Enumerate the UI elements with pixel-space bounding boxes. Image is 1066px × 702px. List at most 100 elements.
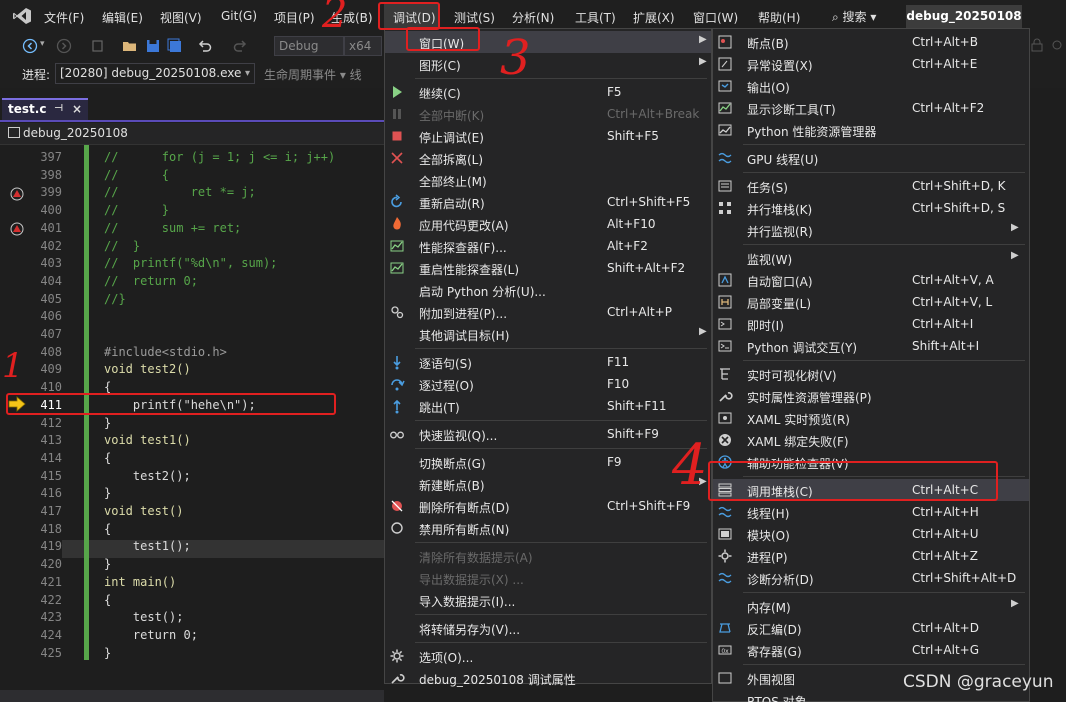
menu-item[interactable]: XAML 实时预览(R) (713, 407, 1029, 429)
code-line[interactable]: 402 // } (0, 238, 384, 256)
menu-item[interactable]: XAML 绑定失败(F) (713, 429, 1029, 451)
code-line[interactable]: 424 return 0; (0, 627, 384, 645)
code-line[interactable]: 403 // printf("%d\n", sum); (0, 255, 384, 273)
back-icon[interactable] (22, 38, 38, 54)
menu-item[interactable]: 全部拆离(L) (385, 147, 711, 169)
menu-item[interactable]: 视图(V) (160, 9, 202, 26)
menu-item[interactable]: 线程(H) Ctrl+Alt+H (713, 501, 1029, 523)
code-line[interactable]: 398 // { (0, 167, 384, 185)
menu-item[interactable]: GPU 线程(U) (713, 147, 1029, 169)
code-line[interactable]: 417 void test() (0, 503, 384, 521)
code-line[interactable]: 418 { (0, 521, 384, 539)
menu-item[interactable]: 跳出(T) Shift+F11 (385, 395, 711, 417)
config-combo[interactable]: Debug (274, 36, 344, 56)
code-editor[interactable]: 397 // for (j = 1; j <= i; j++) 398 // {399… (0, 145, 384, 690)
menu-item[interactable]: 将转储另存为(V)... (385, 617, 711, 639)
menu-item[interactable]: 停止调试(E) Shift+F5 (385, 125, 711, 147)
code-line[interactable]: 419 test1(); (0, 538, 384, 556)
process-combo[interactable]: [20280] debug_20250108.exe ▾ (55, 63, 255, 84)
menu-item[interactable]: 即时(I) Ctrl+Alt+I (713, 313, 1029, 335)
code-line[interactable]: 408 #include<stdio.h> (0, 344, 384, 362)
close-icon[interactable]: × (72, 102, 82, 116)
menu-item[interactable]: 其他调试目标(H) ▶ (385, 323, 711, 345)
menu-item[interactable]: 禁用所有断点(N) (385, 517, 711, 539)
menu-item[interactable]: Git(G) (221, 9, 257, 23)
lock-icon[interactable] (1030, 38, 1044, 52)
menu-item[interactable]: 编辑(E) (102, 9, 143, 26)
menu-item[interactable]: 项目(P) (274, 9, 315, 26)
open-folder-icon[interactable] (122, 38, 138, 54)
project-scope-combo[interactable]: debug_20250108 (8, 126, 128, 140)
menu-item[interactable]: 图形(C) ▶ (385, 53, 711, 75)
menu-item[interactable]: 附加到进程(P)... Ctrl+Alt+P (385, 301, 711, 323)
pin-icon[interactable]: ⊣ (54, 103, 63, 114)
forward-icon[interactable] (56, 38, 72, 54)
menu-item[interactable]: 监视(W) ▶ (713, 247, 1029, 269)
code-line[interactable]: 406 (0, 308, 384, 326)
code-line[interactable]: 399 // ret *= j; (0, 184, 384, 202)
tab-test-c[interactable]: test.c ⊣ × (2, 98, 88, 120)
code-line[interactable]: 401 // sum += ret; (0, 220, 384, 238)
menu-item[interactable]: 异常设置(X) Ctrl+Alt+E (713, 53, 1029, 75)
menu-item[interactable]: 并行堆栈(K) Ctrl+Shift+D, S (713, 197, 1029, 219)
code-line[interactable]: 422 { (0, 592, 384, 610)
search-button[interactable]: ⌕ 搜索 ▾ (832, 8, 876, 25)
menu-item[interactable]: 模块(O) Ctrl+Alt+U (713, 523, 1029, 545)
menu-item[interactable]: 性能探查器(F)... Alt+F2 (385, 235, 711, 257)
save-all-icon[interactable] (167, 38, 183, 54)
menu-item[interactable]: 并行监视(R) ▶ (713, 219, 1029, 241)
back-dropdown-icon[interactable]: ▾ (40, 39, 45, 49)
menu-item[interactable]: 实时属性资源管理器(P) (713, 385, 1029, 407)
code-line[interactable]: 413 void test1() (0, 432, 384, 450)
code-line[interactable]: 425} (0, 645, 384, 663)
menu-item[interactable]: 选项(O)... (385, 645, 711, 667)
menu-item[interactable]: 任务(S) Ctrl+Shift+D, K (713, 175, 1029, 197)
code-line[interactable]: 414 { (0, 450, 384, 468)
menu-item[interactable]: 重启性能探查器(L) Shift+Alt+F2 (385, 257, 711, 279)
code-line[interactable]: 397 // for (j = 1; j <= i; j++) (0, 149, 384, 167)
menu-item[interactable]: 逐过程(O) F10 (385, 373, 711, 395)
menu-item[interactable]: 局部变量(L) Ctrl+Alt+V, L (713, 291, 1029, 313)
code-line[interactable]: 416} (0, 485, 384, 503)
code-line[interactable]: 423 test(); (0, 609, 384, 627)
menu-item[interactable]: 应用代码更改(A) Alt+F10 (385, 213, 711, 235)
menu-item[interactable]: 反汇编(D) Ctrl+Alt+D (713, 617, 1029, 639)
menu-item[interactable]: 新建断点(B) ▶ (385, 473, 711, 495)
menu-item[interactable]: 自动窗口(A) Ctrl+Alt+V, A (713, 269, 1029, 291)
menu-item[interactable]: 诊断分析(D) Ctrl+Shift+Alt+D (713, 567, 1029, 589)
menu-item[interactable]: 快速监视(Q)... Shift+F9 (385, 423, 711, 445)
menu-item[interactable]: 输出(O) (713, 75, 1029, 97)
menu-item[interactable]: 工具(T) (575, 9, 616, 26)
menu-item[interactable]: 分析(N) (512, 9, 554, 26)
settings-icon[interactable] (1050, 38, 1064, 52)
menu-item[interactable]: 内存(M) ▶ (713, 595, 1029, 617)
menu-item[interactable]: 删除所有断点(D) Ctrl+Shift+F9 (385, 495, 711, 517)
menu-item[interactable]: 重新启动(R) Ctrl+Shift+F5 (385, 191, 711, 213)
code-line[interactable]: 404 // return 0; (0, 273, 384, 291)
visual-studio-logo-icon[interactable] (12, 7, 32, 25)
menu-item[interactable]: 逐语句(S) F11 (385, 351, 711, 373)
menu-item[interactable]: 进程(P) Ctrl+Alt+Z (713, 545, 1029, 567)
menu-item[interactable]: 全部终止(M) (385, 169, 711, 191)
menu-item[interactable]: debug_20250108 调试属性 (385, 667, 711, 689)
save-icon[interactable] (145, 38, 161, 54)
code-line[interactable]: 415 test2(); (0, 468, 384, 486)
code-line[interactable]: 421 int main() (0, 574, 384, 592)
code-line[interactable]: 420} (0, 556, 384, 574)
code-line[interactable]: 400 // } (0, 202, 384, 220)
new-project-icon[interactable] (90, 38, 106, 54)
code-line[interactable]: 407 (0, 326, 384, 344)
undo-icon[interactable] (197, 38, 213, 54)
menu-item[interactable]: 帮助(H) (758, 9, 800, 26)
redo-icon[interactable] (232, 38, 248, 54)
menu-item[interactable]: 启动 Python 分析(U)... (385, 279, 711, 301)
menu-item[interactable]: 窗口(W) (693, 9, 738, 26)
code-line[interactable]: 405 //} (0, 291, 384, 309)
code-line[interactable]: 409 void test2() (0, 361, 384, 379)
menu-item[interactable]: 继续(C) F5 (385, 81, 711, 103)
menu-item[interactable]: 实时可视化树(V) (713, 363, 1029, 385)
code-line[interactable]: 412} (0, 415, 384, 433)
menu-item[interactable]: 显示诊断工具(T) Ctrl+Alt+F2 (713, 97, 1029, 119)
menu-item[interactable]: 切换断点(G) F9 (385, 451, 711, 473)
menu-item[interactable]: Python 调试交互(Y) Shift+Alt+I (713, 335, 1029, 357)
